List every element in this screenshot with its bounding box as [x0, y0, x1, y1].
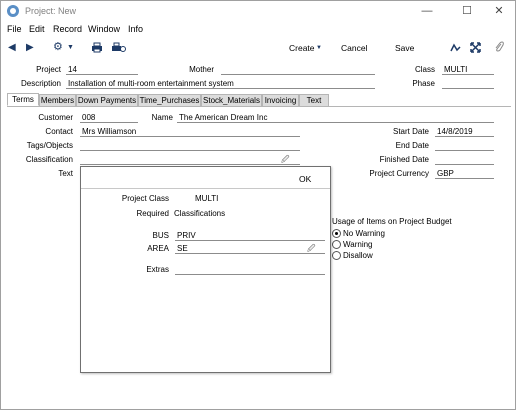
gear-icon[interactable]: ⚙ [53, 40, 63, 53]
tab-terms[interactable]: Terms [7, 93, 39, 106]
end-date-field[interactable] [435, 150, 494, 151]
name-label: Name [151, 113, 173, 122]
name-field[interactable]: The American Dream Inc [179, 113, 267, 122]
window-title: Project: New [25, 6, 77, 16]
create-chevron-down-icon[interactable]: ▼ [316, 45, 322, 51]
radio-disallow[interactable] [332, 251, 341, 260]
classification-label: Classification [25, 155, 73, 164]
customer-field-line [80, 122, 138, 123]
contact-label: Contact [45, 127, 73, 136]
attachment-icon[interactable] [494, 41, 504, 53]
menu-bar: File Edit Record Window Info [1, 23, 515, 37]
contact-field-line [80, 136, 300, 137]
description-field-line [66, 88, 375, 89]
project-currency-field-line [435, 178, 494, 179]
radio-no-warning-label[interactable]: No Warning [343, 229, 385, 238]
create-button[interactable]: Create [289, 43, 315, 53]
print-preview-icon[interactable] [111, 42, 127, 53]
activity-icon[interactable] [450, 43, 461, 53]
maximize-icon[interactable]: ☐ [459, 4, 475, 18]
class-label: Class [414, 65, 435, 74]
project-window: Project: New — ☐ ✕ File Edit Record Wind… [0, 0, 516, 410]
description-label: Description [20, 79, 61, 88]
customer-label: Customer [38, 113, 73, 122]
project-class-label: Project Class [121, 194, 169, 203]
area-label: AREA [147, 244, 169, 253]
radio-warning[interactable] [332, 240, 341, 249]
extras-field-line [175, 274, 325, 275]
description-field[interactable]: Installation of multi-room entertainment… [68, 79, 234, 88]
close-icon[interactable]: ✕ [491, 4, 507, 18]
usage-title: Usage of Items on Project Budget [332, 217, 452, 226]
menu-edit[interactable]: Edit [29, 24, 45, 34]
project-currency-label: Project Currency [369, 169, 429, 178]
required-value: Classifications [174, 209, 226, 218]
extras-label: Extras [146, 265, 169, 274]
area-paste-icon[interactable]: 🖉 [307, 243, 316, 257]
finished-date-field[interactable] [435, 164, 494, 165]
cancel-button[interactable]: Cancel [341, 43, 367, 53]
app-icon [7, 5, 19, 17]
phase-field-line [442, 88, 494, 89]
tab-divider [7, 106, 511, 107]
project-class-value: MULTI [195, 194, 219, 203]
save-button[interactable]: Save [395, 43, 414, 53]
classification-dialog: OK Project Class MULTI Required Classifi… [80, 166, 331, 373]
menu-window[interactable]: Window [88, 24, 120, 34]
mother-field-line [221, 74, 375, 75]
expand-icon[interactable] [470, 42, 481, 53]
customer-field[interactable]: 008 [82, 113, 95, 122]
ok-button[interactable]: OK [299, 174, 311, 184]
mother-label: Mother [189, 65, 214, 74]
radio-no-warning[interactable] [332, 229, 341, 238]
phase-label: Phase [412, 79, 435, 88]
bus-field[interactable]: PRIV [177, 231, 196, 240]
tags-objects-label: Tags/Objects [26, 141, 73, 150]
next-record-icon[interactable]: ▶ [26, 42, 34, 53]
radio-warning-label[interactable]: Warning [343, 240, 373, 249]
menu-record[interactable]: Record [53, 24, 82, 34]
menu-file[interactable]: File [7, 24, 22, 34]
bus-field-line [175, 240, 325, 241]
text-label: Text [58, 169, 73, 178]
name-field-line [177, 122, 494, 123]
tags-objects-field[interactable] [80, 150, 300, 151]
minimize-icon[interactable]: — [419, 4, 435, 18]
toolbar: ◀ ▶ ⚙ ▼ Create ▼ Cancel Save [1, 38, 515, 58]
required-label: Required [136, 209, 169, 218]
finished-date-label: Finished Date [379, 155, 429, 164]
end-date-label: End Date [395, 141, 429, 150]
radio-disallow-label[interactable]: Disallow [343, 251, 373, 260]
project-label: Project [36, 65, 61, 74]
start-date-field[interactable]: 14/8/2019 [437, 127, 473, 136]
project-field-line [66, 74, 138, 75]
title-bar[interactable]: Project: New — ☐ ✕ [1, 1, 515, 23]
dialog-separator [81, 188, 330, 189]
project-currency-field[interactable]: GBP [437, 169, 454, 178]
start-date-field-line [435, 136, 494, 137]
menu-info[interactable]: Info [128, 24, 143, 34]
print-icon[interactable] [91, 42, 103, 53]
project-field[interactable]: 14 [68, 65, 77, 74]
previous-record-icon[interactable]: ◀ [8, 42, 16, 53]
class-field[interactable]: MULTI [444, 65, 467, 74]
bus-label: BUS [152, 231, 169, 240]
area-field-line [175, 253, 325, 254]
area-field[interactable]: SE [177, 244, 188, 253]
chevron-down-icon[interactable]: ▼ [67, 44, 74, 51]
start-date-label: Start Date [392, 127, 429, 136]
classification-field[interactable] [80, 164, 300, 165]
class-field-line [442, 74, 494, 75]
contact-field[interactable]: Mrs Williamson [82, 127, 136, 136]
